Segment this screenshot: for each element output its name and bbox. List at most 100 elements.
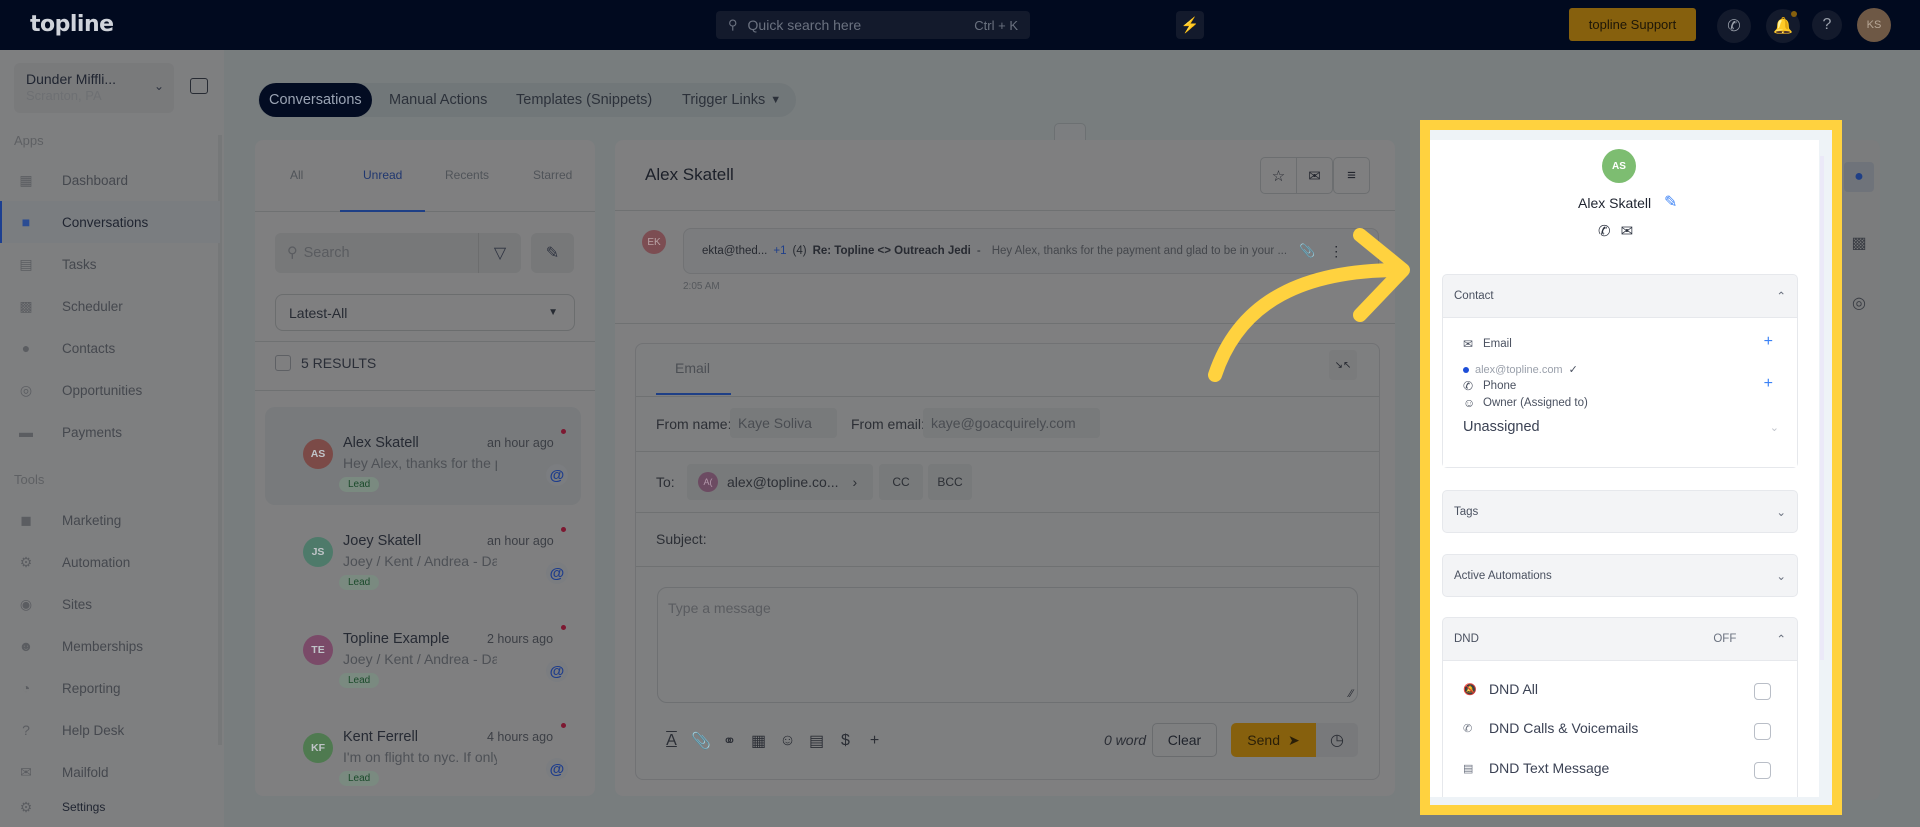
sidebar-item-reporting[interactable]: ◔ Reporting	[0, 667, 220, 709]
resize-handle-icon[interactable]: ∕∕	[1349, 688, 1353, 700]
dnd-calls-checkbox[interactable]	[1754, 723, 1771, 740]
automations-section-header[interactable]: Active Automations ⌄	[1443, 555, 1797, 597]
star-button[interactable]: ☆	[1260, 157, 1297, 194]
sidebar-item-label: Contacts	[62, 340, 116, 356]
from-name-field[interactable]: Kaye Soliva	[730, 408, 837, 438]
composer-tab-email[interactable]: Email	[675, 360, 710, 376]
sidebar-toggle-icon[interactable]	[190, 78, 208, 94]
document-icon[interactable]: ▤	[807, 731, 826, 751]
sidebar-item-payments[interactable]: ▬ Payments	[0, 411, 220, 453]
bell-off-icon: 🔕	[1463, 683, 1477, 696]
list-tab-all[interactable]: All	[290, 168, 303, 182]
sidebar-item-sites[interactable]: ◉ Sites	[0, 583, 220, 625]
plus-icon[interactable]: +	[865, 732, 884, 750]
add-email-button[interactable]: +	[1764, 333, 1773, 351]
divider	[636, 451, 1379, 452]
quick-search-input[interactable]: ⚲ Quick search here Ctrl + K	[716, 11, 1030, 39]
gear-icon: ⚙	[19, 798, 33, 815]
app-logo[interactable]: topline	[30, 12, 114, 37]
attachment-icon[interactable]: 📎	[691, 731, 711, 751]
target-icon: ◎	[1852, 295, 1866, 312]
tags-section-header[interactable]: Tags ⌄	[1443, 491, 1797, 533]
dnd-section-header[interactable]: DND OFF ⌃	[1443, 618, 1797, 660]
sidebar-item-conversations[interactable]: ■ Conversations	[0, 201, 220, 243]
add-phone-button[interactable]: +	[1764, 375, 1773, 393]
emoji-icon[interactable]: ☺	[778, 732, 797, 750]
owner-select[interactable]: Unassigned ⌄	[1463, 419, 1779, 435]
conversation-item[interactable]: TE Topline Example 2 hours ago Joey / Kent …	[265, 603, 581, 701]
appointments-rail-button[interactable]: ▩	[1844, 228, 1874, 258]
phone-icon[interactable]: ✆	[1598, 222, 1611, 240]
message-placeholder: Type a message	[668, 600, 771, 616]
sidebar-item-contacts[interactable]: ● Contacts	[0, 327, 220, 369]
select-all-checkbox[interactable]	[275, 355, 291, 371]
dollar-icon[interactable]: $	[836, 732, 855, 750]
phone-button[interactable]: ✆	[1717, 9, 1751, 43]
filter-button[interactable]: ▽	[478, 233, 521, 273]
sidebar-item-settings[interactable]: ⚙ Settings	[0, 787, 220, 827]
cc-button[interactable]: CC	[879, 464, 923, 500]
contact-details-rail-button[interactable]: ●	[1844, 162, 1874, 192]
sidebar-item-dashboard[interactable]: ▦ Dashboard	[0, 159, 220, 201]
tab-trigger-links[interactable]: Trigger Links ▼	[682, 83, 781, 117]
conversation-item[interactable]: KF Kent Ferrell 4 hours ago I'm on flight t…	[265, 701, 581, 799]
sidebar-item-help-desk[interactable]: ? Help Desk	[0, 709, 220, 751]
compose-button[interactable]: ✎	[531, 233, 574, 273]
top-bar: topline ⚲ Quick search here Ctrl + K ⚡ t…	[0, 0, 1920, 50]
unread-dot	[561, 723, 566, 728]
list-tab-unread[interactable]: Unread	[363, 168, 402, 182]
person-icon: ☺	[1463, 396, 1476, 410]
filter-messages-button[interactable]: ≡	[1333, 157, 1370, 194]
sidebar-item-automation[interactable]: ⚙ Automation	[0, 541, 220, 583]
sidebar-item-scheduler[interactable]: ▩ Scheduler	[0, 285, 220, 327]
email-row: ✉ Email	[1463, 337, 1512, 351]
contact-panel-scrollbar[interactable]	[1820, 156, 1824, 660]
conversation-search-input[interactable]: ⚲ Search	[275, 233, 479, 273]
from-email-field[interactable]: kaye@goacquirely.com	[923, 408, 1100, 438]
owner-label: Owner (Assigned to)	[1483, 397, 1588, 409]
to-recipient-chip[interactable]: A( alex@topline.co... ›	[687, 464, 873, 500]
sidebar-item-tasks[interactable]: ▤ Tasks	[0, 243, 220, 285]
support-button[interactable]: topline Support	[1569, 8, 1696, 41]
tab-manual-actions[interactable]: Manual Actions	[389, 83, 487, 117]
list-tab-recents[interactable]: Recents	[445, 168, 489, 182]
text-format-icon[interactable]: A	[662, 732, 681, 750]
opportunities-rail-button[interactable]: ◎	[1844, 288, 1874, 318]
location-switcher[interactable]: Dunder Miffli... Scranton, PA ⌄	[14, 63, 174, 113]
separator: -	[976, 245, 981, 257]
message-preview: I'm on flight to nyc. If only	[343, 749, 497, 765]
contact-section-header[interactable]: Contact ⌃	[1443, 275, 1797, 317]
sidebar-item-opportunities[interactable]: ◎ Opportunities	[0, 369, 220, 411]
sidebar-item-marketing[interactable]: ◼ Marketing	[0, 499, 220, 541]
sort-select[interactable]: Latest-All ▼	[275, 294, 575, 331]
tags-section[interactable]: Tags ⌄	[1442, 490, 1798, 533]
list-tab-starred[interactable]: Starred	[533, 168, 572, 182]
from-email-label: From email:	[851, 416, 925, 432]
conversation-item[interactable]: JS Joey Skatell an hour ago Joey / Kent / A…	[265, 505, 581, 603]
link-icon[interactable]: ⚭	[720, 731, 739, 751]
message-textarea[interactable]: Type a message ∕∕	[657, 587, 1358, 703]
user-avatar[interactable]: KS	[1857, 8, 1891, 42]
sidebar-item-memberships[interactable]: ☻ Memberships	[0, 625, 220, 667]
bcc-button[interactable]: BCC	[928, 464, 972, 500]
clear-button[interactable]: Clear	[1152, 723, 1217, 757]
dnd-text-checkbox[interactable]	[1754, 762, 1771, 779]
send-button[interactable]: Send ➤	[1231, 723, 1316, 757]
mark-read-button[interactable]: ✉	[1296, 157, 1333, 194]
email-value[interactable]: alex@topline.com	[1475, 364, 1563, 376]
edit-contact-button[interactable]: ✎	[1664, 192, 1677, 212]
dnd-all-checkbox[interactable]	[1754, 683, 1771, 700]
tab-templates[interactable]: Templates (Snippets)	[516, 83, 652, 117]
dnd-section: DND OFF ⌃ 🔕 DND All ✆ DND Calls & Voicemail…	[1442, 617, 1798, 805]
schedule-send-button[interactable]: ◷	[1316, 723, 1358, 757]
phone-row: ✆ Phone	[1463, 379, 1516, 393]
help-button[interactable]: ?	[1812, 10, 1842, 40]
email-channel-icon: @	[546, 562, 568, 584]
automations-section[interactable]: Active Automations ⌄	[1442, 554, 1798, 597]
conversation-item[interactable]: AS Alex Skatell an hour ago Hey Alex, thank…	[265, 407, 581, 505]
lightning-button[interactable]: ⚡	[1176, 11, 1204, 39]
tab-conversations[interactable]: Conversations	[259, 83, 372, 117]
image-icon[interactable]: ▦	[749, 731, 768, 751]
email-icon[interactable]: ✉	[1621, 222, 1634, 240]
divider	[636, 396, 1379, 397]
